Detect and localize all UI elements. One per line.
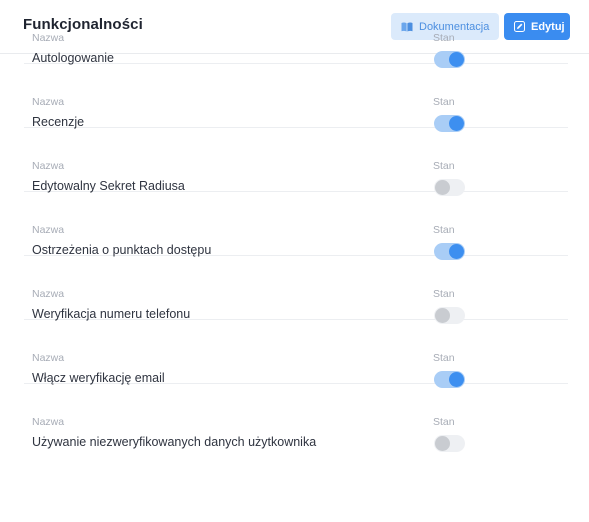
feature-name: Używanie niezweryfikowanych danych użytk… — [32, 435, 317, 449]
feature-toggle[interactable] — [434, 435, 465, 452]
name-column-label: Nazwa — [32, 288, 65, 300]
state-column-label: Stan — [433, 32, 455, 44]
toggle-knob — [435, 436, 450, 451]
name-column-label: Nazwa — [32, 160, 65, 172]
feature-row: Nazwa Stan Edytowalny Sekret Radiusa — [24, 128, 568, 196]
name-column-label: Nazwa — [32, 224, 65, 236]
name-column-label: Nazwa — [32, 416, 65, 428]
state-column-label: Stan — [433, 160, 455, 172]
feature-name: Weryfikacja numeru telefonu — [32, 307, 191, 321]
feature-name: Ostrzeżenia o punktach dostępu — [32, 243, 212, 257]
feature-row: Nazwa Stan Recenzje — [24, 64, 568, 132]
feature-row: Nazwa Stan Używanie niezweryfikowanych dan… — [24, 384, 568, 452]
feature-row: Nazwa Stan Ostrzeżenia o punktach dostępu — [24, 192, 568, 260]
state-column-label: Stan — [433, 416, 455, 428]
feature-name: Edytowalny Sekret Radiusa — [32, 179, 185, 193]
state-column-label: Stan — [433, 224, 455, 236]
name-column-label: Nazwa — [32, 32, 65, 44]
state-column-label: Stan — [433, 352, 455, 364]
feature-name: Autologowanie — [32, 51, 115, 65]
feature-row: Nazwa Stan Weryfikacja numeru telefonu — [24, 256, 568, 324]
feature-name: Recenzje — [32, 115, 85, 129]
state-column-label: Stan — [433, 96, 455, 108]
feature-row: Nazwa Stan Autologowanie — [24, 0, 568, 68]
name-column-label: Nazwa — [32, 352, 65, 364]
feature-name: Włącz weryfikację email — [32, 371, 165, 385]
feature-row: Nazwa Stan Włącz weryfikację email — [24, 320, 568, 388]
name-column-label: Nazwa — [32, 96, 65, 108]
state-column-label: Stan — [433, 288, 455, 300]
